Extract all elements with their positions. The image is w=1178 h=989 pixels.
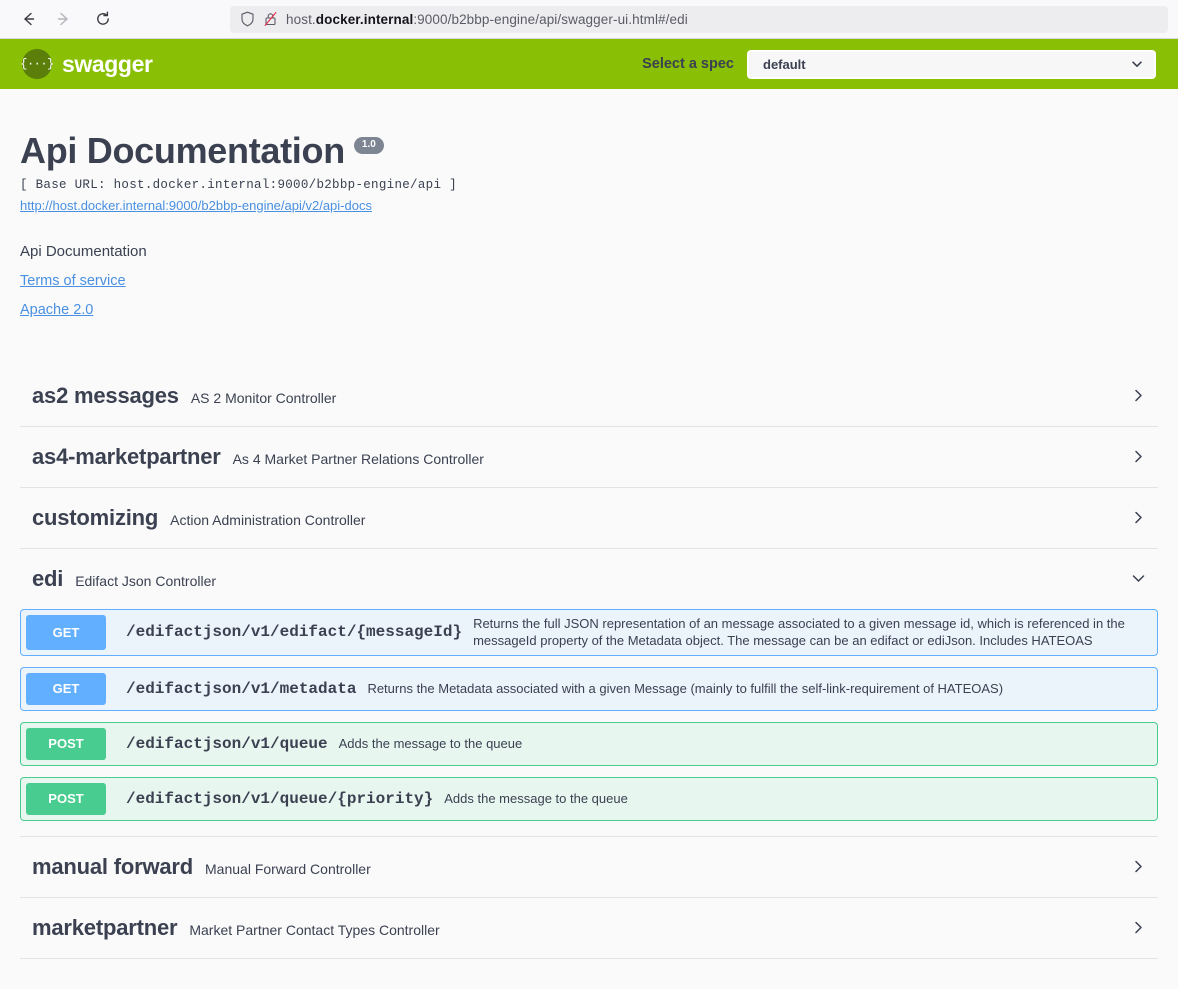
tag-section-as4-marketpartner: as4-marketpartner As 4 Market Partner Re… [20,427,1158,488]
tag-header-edi[interactable]: edi Edifact Json Controller [20,549,1158,609]
url-text: host.docker.internal:9000/b2bbp-engine/a… [286,11,688,27]
http-method-badge: POST [26,782,106,815]
address-bar[interactable]: host.docker.internal:9000/b2bbp-engine/a… [230,5,1168,33]
tag-header-customizing[interactable]: customizing Action Administration Contro… [20,488,1158,548]
tag-section-customizing: customizing Action Administration Contro… [20,488,1158,549]
operation-post-queue-priority[interactable]: POST /edifactjson/v1/queue/{priority} Ad… [20,776,1158,821]
license-link[interactable]: Apache 2.0 [20,302,1158,318]
version-badge: 1.0 [353,137,384,154]
operation-get-metadata[interactable]: GET /edifactjson/v1/metadata Returns the… [20,666,1158,711]
tag-list: as2 messages AS 2 Monitor Controller as4… [20,366,1158,959]
tag-name: edi [32,565,64,591]
browser-nav-buttons [14,4,118,34]
spec-selector-group: Select a spec default [642,49,1156,79]
operation-summary: Returns the full JSON representation of … [473,615,1125,649]
tag-description: Manual Forward Controller [205,861,371,878]
base-url: [ Base URL: host.docker.internal:9000/b2… [20,177,457,192]
http-method-badge: GET [26,614,106,650]
tag-header-marketpartner[interactable]: marketpartner Market Partner Contact Typ… [20,898,1158,958]
operation-summary: Adds the message to the queue [444,790,628,806]
tag-name: as4-marketpartner [32,443,221,469]
chevron-right-icon[interactable] [1128,857,1148,877]
chevron-right-icon[interactable] [1128,918,1148,938]
api-title-row: Api Documentation 1.0 [20,131,1158,171]
arrow-right-icon [57,12,68,26]
spec-select-value: default [763,56,806,72]
spec-selector-label: Select a spec [642,56,734,72]
reload-icon [97,11,109,25]
tag-description: AS 2 Monitor Controller [190,390,337,407]
tag-header-as2-messages[interactable]: as2 messages AS 2 Monitor Controller [20,366,1158,426]
tag-section-as2-messages: as2 messages AS 2 Monitor Controller [20,366,1158,427]
tag-section-edi: edi Edifact Json Controller GET /edifact… [20,549,1158,837]
operation-post-queue[interactable]: POST /edifactjson/v1/queue Adds the mess… [20,721,1158,766]
tag-description: As 4 Market Partner Relations Controller [232,451,484,468]
page-title: Api Documentation [20,130,345,171]
arrow-left-icon [24,12,35,26]
operation-path: /edifactjson/v1/metadata [126,679,357,698]
chevron-down-icon [1132,61,1142,67]
operation-get-edifact-messageid[interactable]: GET /edifactjson/v1/edifact/{messageId} … [20,608,1158,656]
tag-section-manual-forward: manual forward Manual Forward Controller [20,837,1158,898]
operation-summary: Adds the message to the queue [338,735,523,751]
operation-list-edi: GET /edifactjson/v1/edifact/{messageId} … [20,608,1158,836]
tag-section-marketpartner: marketpartner Market Partner Contact Typ… [20,898,1158,959]
api-docs-link[interactable]: http://host.docker.internal:9000/b2bbp-e… [20,198,372,213]
chevron-right-icon[interactable] [1128,447,1148,467]
terms-of-service-link[interactable]: Terms of service [20,273,1158,289]
tag-header-as4-marketpartner[interactable]: as4-marketpartner As 4 Market Partner Re… [20,427,1158,487]
operation-path: /edifactjson/v1/queue/{priority} [126,789,434,808]
swagger-content: Api Documentation 1.0 [ Base URL: host.d… [0,89,1178,959]
swagger-braces-icon: {···} [20,49,54,79]
chevron-right-icon[interactable] [1128,508,1148,528]
tag-name: customizing [32,504,159,530]
operation-summary: Returns the Metadata associated with a g… [367,680,1004,696]
reload-button[interactable] [88,4,118,34]
chevron-down-icon[interactable] [1128,569,1148,589]
http-method-badge: POST [26,727,106,760]
browser-toolbar: host.docker.internal:9000/b2bbp-engine/a… [0,0,1178,39]
operation-path: /edifactjson/v1/queue [126,734,328,753]
tag-header-manual-forward[interactable]: manual forward Manual Forward Controller [20,837,1158,897]
spec-select[interactable]: default [747,49,1156,79]
operation-path: /edifactjson/v1/edifact/{messageId} [126,623,463,642]
forward-button[interactable] [48,4,78,34]
swagger-topbar: {···} swagger Select a spec default [0,39,1178,89]
shield-icon [241,11,254,27]
api-info-block: Api Documentation 1.0 [ Base URL: host.d… [20,89,1158,318]
back-button[interactable] [14,4,44,34]
http-method-badge: GET [26,672,106,705]
tag-description: Action Administration Controller [170,512,366,529]
tag-description: Edifact Json Controller [75,573,217,590]
chevron-right-icon[interactable] [1128,386,1148,406]
tag-name: manual forward [32,853,194,879]
lock-broken-icon [264,12,277,26]
swagger-logo-text: swagger [62,50,153,77]
tag-description: Market Partner Contact Types Controller [189,922,440,939]
tag-name: marketpartner [32,914,178,940]
swagger-logo[interactable]: {···} swagger [20,49,153,79]
tag-name: as2 messages [32,382,179,408]
api-description: Api Documentation [20,242,147,260]
